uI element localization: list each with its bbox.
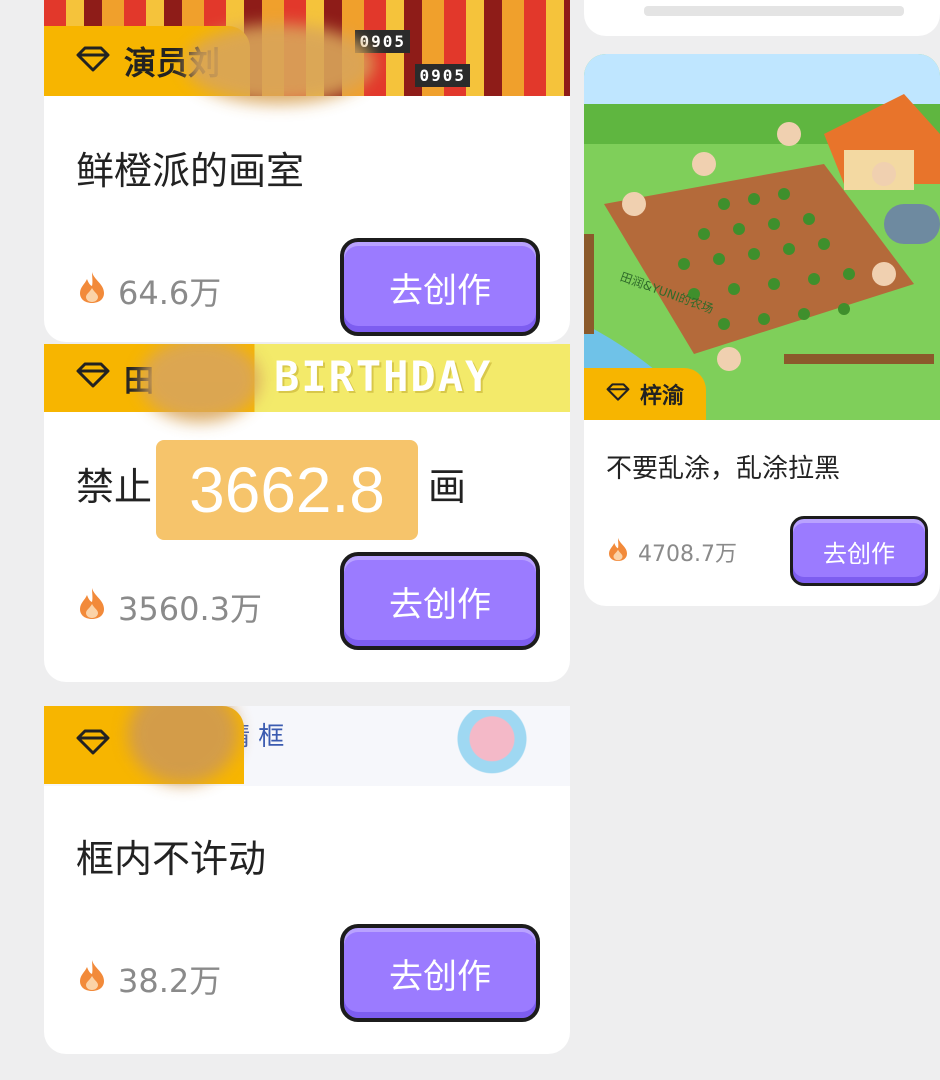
farm-illustration: 田润&YUNI的农场 <box>584 54 940 420</box>
card-title: 鲜橙派的画室 <box>76 149 305 193</box>
diamond-icon <box>606 382 630 407</box>
heat-value: 64.6万 <box>118 274 222 312</box>
artwork-card[interactable]: 0905 0905 演员刘 鲜橙派的画室 64.6万 去创作 <box>44 0 570 342</box>
flame-icon <box>76 270 108 312</box>
create-button[interactable]: 去创作 <box>340 924 540 1022</box>
banner-pixel-text: 0905 <box>415 64 470 87</box>
artwork-card[interactable]: 晴 框 框内不许动 38.2万 去创作 <box>44 706 570 1054</box>
author-badge: 梓渝 <box>584 368 707 420</box>
create-button-label: 去创作 <box>389 270 491 311</box>
flame-icon <box>606 536 630 568</box>
heat-stat: 3560.3万 <box>76 584 262 630</box>
flame-icon <box>76 958 108 1000</box>
card-title: 不要乱涂，乱涂拉黑 <box>606 454 841 484</box>
banner-pixel-character <box>444 710 564 782</box>
partial-top-card[interactable] <box>584 0 940 36</box>
overlay-number-label: 3662.8 <box>156 440 418 540</box>
heat-value: 38.2万 <box>118 962 222 1000</box>
heat-value: 4708.7万 <box>638 542 737 567</box>
heat-stat: 4708.7万 <box>606 536 737 568</box>
banner-pixel-text: BIRTHDAY <box>274 352 493 401</box>
create-button-label: 去创作 <box>389 956 491 997</box>
author-name: 梓渝 <box>640 384 685 409</box>
artwork-card[interactable]: 田润&YUNI的农场 梓渝 不要乱涂，乱涂拉黑 4708.7万 去创作 <box>584 54 940 606</box>
card-title: 框内不许动 <box>76 837 267 881</box>
flame-icon <box>76 586 108 628</box>
diamond-icon <box>76 361 110 396</box>
create-button-label: 去创作 <box>823 539 895 568</box>
diamond-icon <box>76 728 110 763</box>
create-button-label: 去创作 <box>389 584 491 625</box>
privacy-blur <box>184 24 374 104</box>
heat-stat: 64.6万 <box>76 268 221 314</box>
create-button[interactable]: 去创作 <box>790 516 928 586</box>
create-button[interactable]: 去创作 <box>340 552 540 650</box>
card-title-suffix: 画 <box>428 465 467 509</box>
partial-card-text-fade <box>644 6 904 16</box>
create-button[interactable]: 去创作 <box>340 238 540 336</box>
heat-value: 3560.3万 <box>118 590 262 628</box>
heat-stat: 38.2万 <box>76 956 221 1002</box>
card-title-prefix: 禁止 <box>76 465 153 509</box>
diamond-icon <box>76 42 110 80</box>
